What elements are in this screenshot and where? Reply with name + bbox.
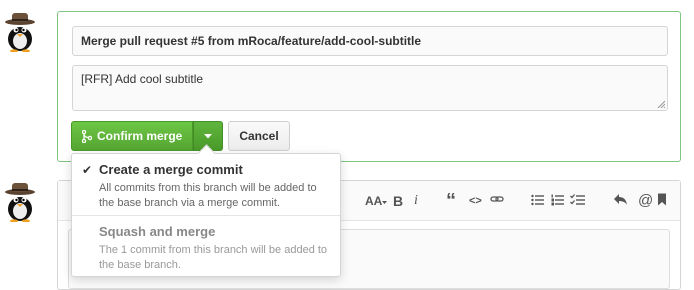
menu-item-title: Create a merge commit: [99, 162, 243, 177]
quote-icon[interactable]: “: [446, 191, 456, 211]
mention-icon[interactable]: @: [638, 191, 653, 211]
link-icon[interactable]: [490, 191, 504, 211]
avatar[interactable]: [0, 10, 40, 52]
commit-title-input[interactable]: Merge pull request #5 from mRoca/feature…: [72, 26, 668, 56]
reply-icon[interactable]: [613, 191, 630, 211]
menu-item-title: Squash and merge: [99, 224, 216, 239]
checkmark-icon: ✔: [82, 163, 93, 177]
unordered-list-icon[interactable]: [531, 191, 544, 211]
ordered-list-icon[interactable]: [551, 191, 564, 211]
cancel-button[interactable]: Cancel: [228, 121, 290, 151]
caret-down-icon: [382, 201, 388, 204]
menu-item-squash-and-merge[interactable]: Squash and merge The 1 commit from this …: [72, 224, 340, 273]
resize-handle-icon[interactable]: [657, 100, 665, 108]
git-merge-icon: [82, 129, 92, 143]
merge-form: Merge pull request #5 from mRoca/feature…: [57, 11, 681, 162]
code-icon[interactable]: <>: [469, 191, 482, 211]
commit-message-text: [RFR] Add cool subtitle: [81, 72, 204, 86]
caret-down-icon: [204, 133, 213, 138]
menu-divider: [72, 215, 340, 216]
text-size-label: AA: [365, 194, 383, 208]
confirm-merge-label: Confirm merge: [97, 129, 183, 143]
merge-method-menu: ✔ Create a merge commit All commits from…: [71, 153, 341, 277]
confirm-merge-button[interactable]: Confirm merge: [71, 121, 194, 151]
italic-icon[interactable]: i: [414, 191, 418, 211]
avatar[interactable]: [0, 180, 40, 222]
bold-icon[interactable]: B: [393, 191, 403, 211]
menu-item-create-merge-commit[interactable]: ✔ Create a merge commit All commits from…: [72, 162, 340, 211]
commit-message-textarea[interactable]: [RFR] Add cool subtitle: [72, 65, 668, 111]
menu-item-description: All commits from this branch will be add…: [99, 182, 317, 209]
merge-button-group: Confirm merge: [71, 121, 224, 151]
task-list-icon[interactable]: [570, 191, 585, 211]
bookmark-icon[interactable]: [657, 191, 667, 211]
text-size-icon[interactable]: AA: [365, 191, 388, 211]
menu-item-description: The 1 commit from this branch will be ad…: [99, 244, 328, 271]
